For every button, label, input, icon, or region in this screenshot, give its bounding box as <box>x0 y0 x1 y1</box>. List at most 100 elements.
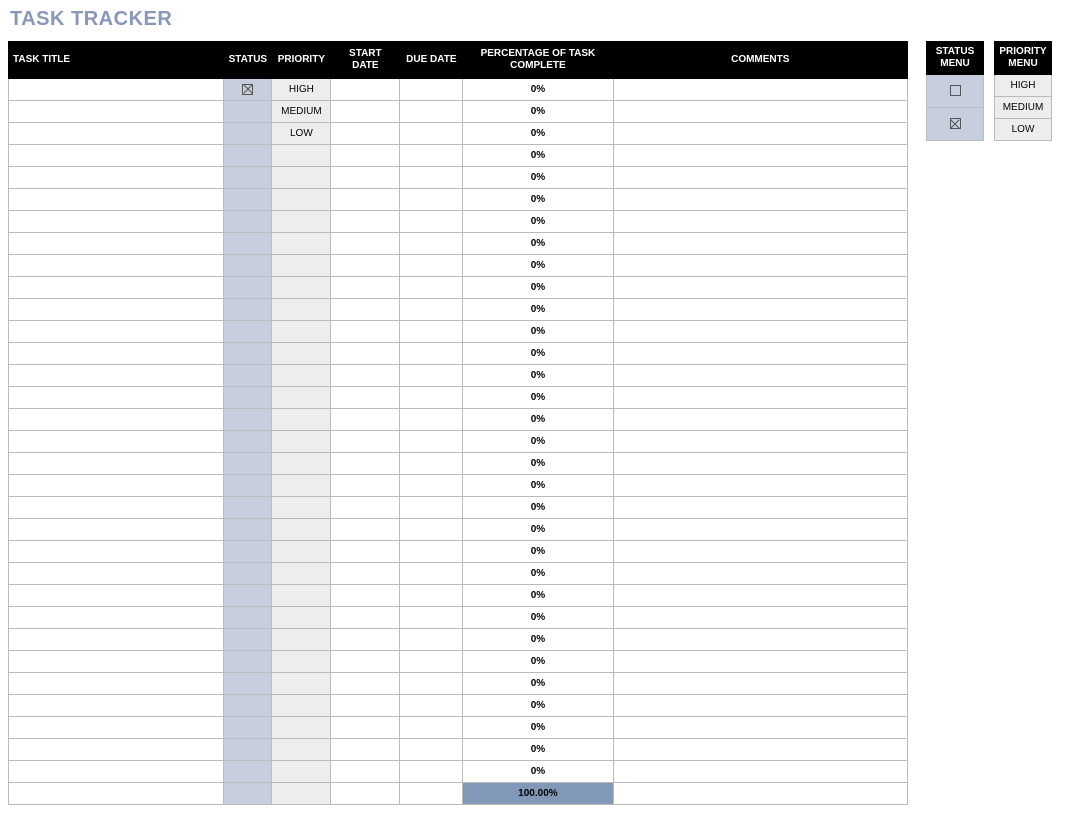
cell-comments[interactable] <box>613 167 907 189</box>
footer-cell-status[interactable] <box>224 783 272 805</box>
cell-task-title[interactable] <box>9 563 224 585</box>
cell-percent[interactable]: 0% <box>463 123 613 145</box>
cell-status[interactable] <box>224 519 272 541</box>
cell-task-title[interactable] <box>9 299 224 321</box>
cell-status[interactable] <box>224 563 272 585</box>
cell-percent[interactable]: 0% <box>463 607 613 629</box>
cell-due-date[interactable] <box>400 145 463 167</box>
cell-priority[interactable]: MEDIUM <box>272 101 331 123</box>
cell-comments[interactable] <box>613 739 907 761</box>
cell-due-date[interactable] <box>400 541 463 563</box>
cell-start-date[interactable] <box>331 387 400 409</box>
cell-task-title[interactable] <box>9 519 224 541</box>
cell-start-date[interactable] <box>331 167 400 189</box>
footer-cell-priority[interactable] <box>272 783 331 805</box>
cell-priority[interactable] <box>272 431 331 453</box>
cell-due-date[interactable] <box>400 607 463 629</box>
cell-comments[interactable] <box>613 585 907 607</box>
cell-start-date[interactable] <box>331 343 400 365</box>
cell-task-title[interactable] <box>9 673 224 695</box>
cell-comments[interactable] <box>613 695 907 717</box>
cell-task-title[interactable] <box>9 475 224 497</box>
cell-task-title[interactable] <box>9 167 224 189</box>
cell-due-date[interactable] <box>400 299 463 321</box>
cell-comments[interactable] <box>613 233 907 255</box>
cell-due-date[interactable] <box>400 585 463 607</box>
cell-start-date[interactable] <box>331 739 400 761</box>
cell-start-date[interactable] <box>331 453 400 475</box>
cell-due-date[interactable] <box>400 739 463 761</box>
cell-percent[interactable]: 0% <box>463 497 613 519</box>
cell-task-title[interactable] <box>9 79 224 101</box>
cell-status[interactable] <box>224 585 272 607</box>
cell-comments[interactable] <box>613 79 907 101</box>
cell-status[interactable] <box>224 695 272 717</box>
cell-start-date[interactable] <box>331 299 400 321</box>
cell-priority[interactable] <box>272 189 331 211</box>
cell-percent[interactable]: 0% <box>463 255 613 277</box>
cell-start-date[interactable] <box>331 101 400 123</box>
cell-start-date[interactable] <box>331 519 400 541</box>
cell-priority[interactable] <box>272 497 331 519</box>
cell-priority[interactable] <box>272 651 331 673</box>
cell-priority[interactable] <box>272 519 331 541</box>
footer-cell-due[interactable] <box>400 783 463 805</box>
cell-start-date[interactable] <box>331 145 400 167</box>
cell-due-date[interactable] <box>400 277 463 299</box>
cell-percent[interactable]: 0% <box>463 717 613 739</box>
cell-due-date[interactable] <box>400 255 463 277</box>
cell-percent[interactable]: 0% <box>463 211 613 233</box>
cell-percent[interactable]: 0% <box>463 739 613 761</box>
cell-priority[interactable] <box>272 541 331 563</box>
cell-percent[interactable]: 0% <box>463 189 613 211</box>
cell-priority[interactable] <box>272 629 331 651</box>
cell-status[interactable] <box>224 101 272 123</box>
cell-task-title[interactable] <box>9 211 224 233</box>
cell-task-title[interactable] <box>9 651 224 673</box>
cell-priority[interactable] <box>272 475 331 497</box>
cell-task-title[interactable] <box>9 497 224 519</box>
cell-priority[interactable] <box>272 299 331 321</box>
cell-comments[interactable] <box>613 761 907 783</box>
cell-status[interactable] <box>224 79 272 101</box>
cell-percent[interactable]: 0% <box>463 629 613 651</box>
cell-start-date[interactable] <box>331 321 400 343</box>
footer-cell-comments[interactable] <box>613 783 907 805</box>
cell-task-title[interactable] <box>9 629 224 651</box>
cell-task-title[interactable] <box>9 739 224 761</box>
cell-percent[interactable]: 0% <box>463 541 613 563</box>
cell-due-date[interactable] <box>400 453 463 475</box>
priority-menu-item[interactable]: MEDIUM <box>995 97 1052 119</box>
cell-percent[interactable]: 0% <box>463 519 613 541</box>
cell-priority[interactable] <box>272 233 331 255</box>
cell-percent[interactable]: 0% <box>463 651 613 673</box>
cell-status[interactable] <box>224 167 272 189</box>
cell-due-date[interactable] <box>400 167 463 189</box>
cell-status[interactable] <box>224 387 272 409</box>
cell-start-date[interactable] <box>331 673 400 695</box>
checkbox-checked-icon[interactable] <box>242 84 253 95</box>
cell-due-date[interactable] <box>400 475 463 497</box>
cell-status[interactable] <box>224 717 272 739</box>
cell-priority[interactable] <box>272 277 331 299</box>
cell-percent[interactable]: 0% <box>463 475 613 497</box>
cell-comments[interactable] <box>613 211 907 233</box>
cell-due-date[interactable] <box>400 431 463 453</box>
cell-start-date[interactable] <box>331 365 400 387</box>
cell-status[interactable] <box>224 497 272 519</box>
cell-due-date[interactable] <box>400 211 463 233</box>
cell-task-title[interactable] <box>9 541 224 563</box>
cell-start-date[interactable] <box>331 629 400 651</box>
cell-percent[interactable]: 0% <box>463 453 613 475</box>
cell-percent[interactable]: 0% <box>463 563 613 585</box>
cell-due-date[interactable] <box>400 123 463 145</box>
cell-due-date[interactable] <box>400 343 463 365</box>
cell-task-title[interactable] <box>9 409 224 431</box>
cell-comments[interactable] <box>613 365 907 387</box>
cell-due-date[interactable] <box>400 233 463 255</box>
priority-menu-item[interactable]: HIGH <box>995 75 1052 97</box>
cell-task-title[interactable] <box>9 431 224 453</box>
cell-due-date[interactable] <box>400 519 463 541</box>
cell-task-title[interactable] <box>9 145 224 167</box>
priority-menu-item[interactable]: LOW <box>995 119 1052 141</box>
